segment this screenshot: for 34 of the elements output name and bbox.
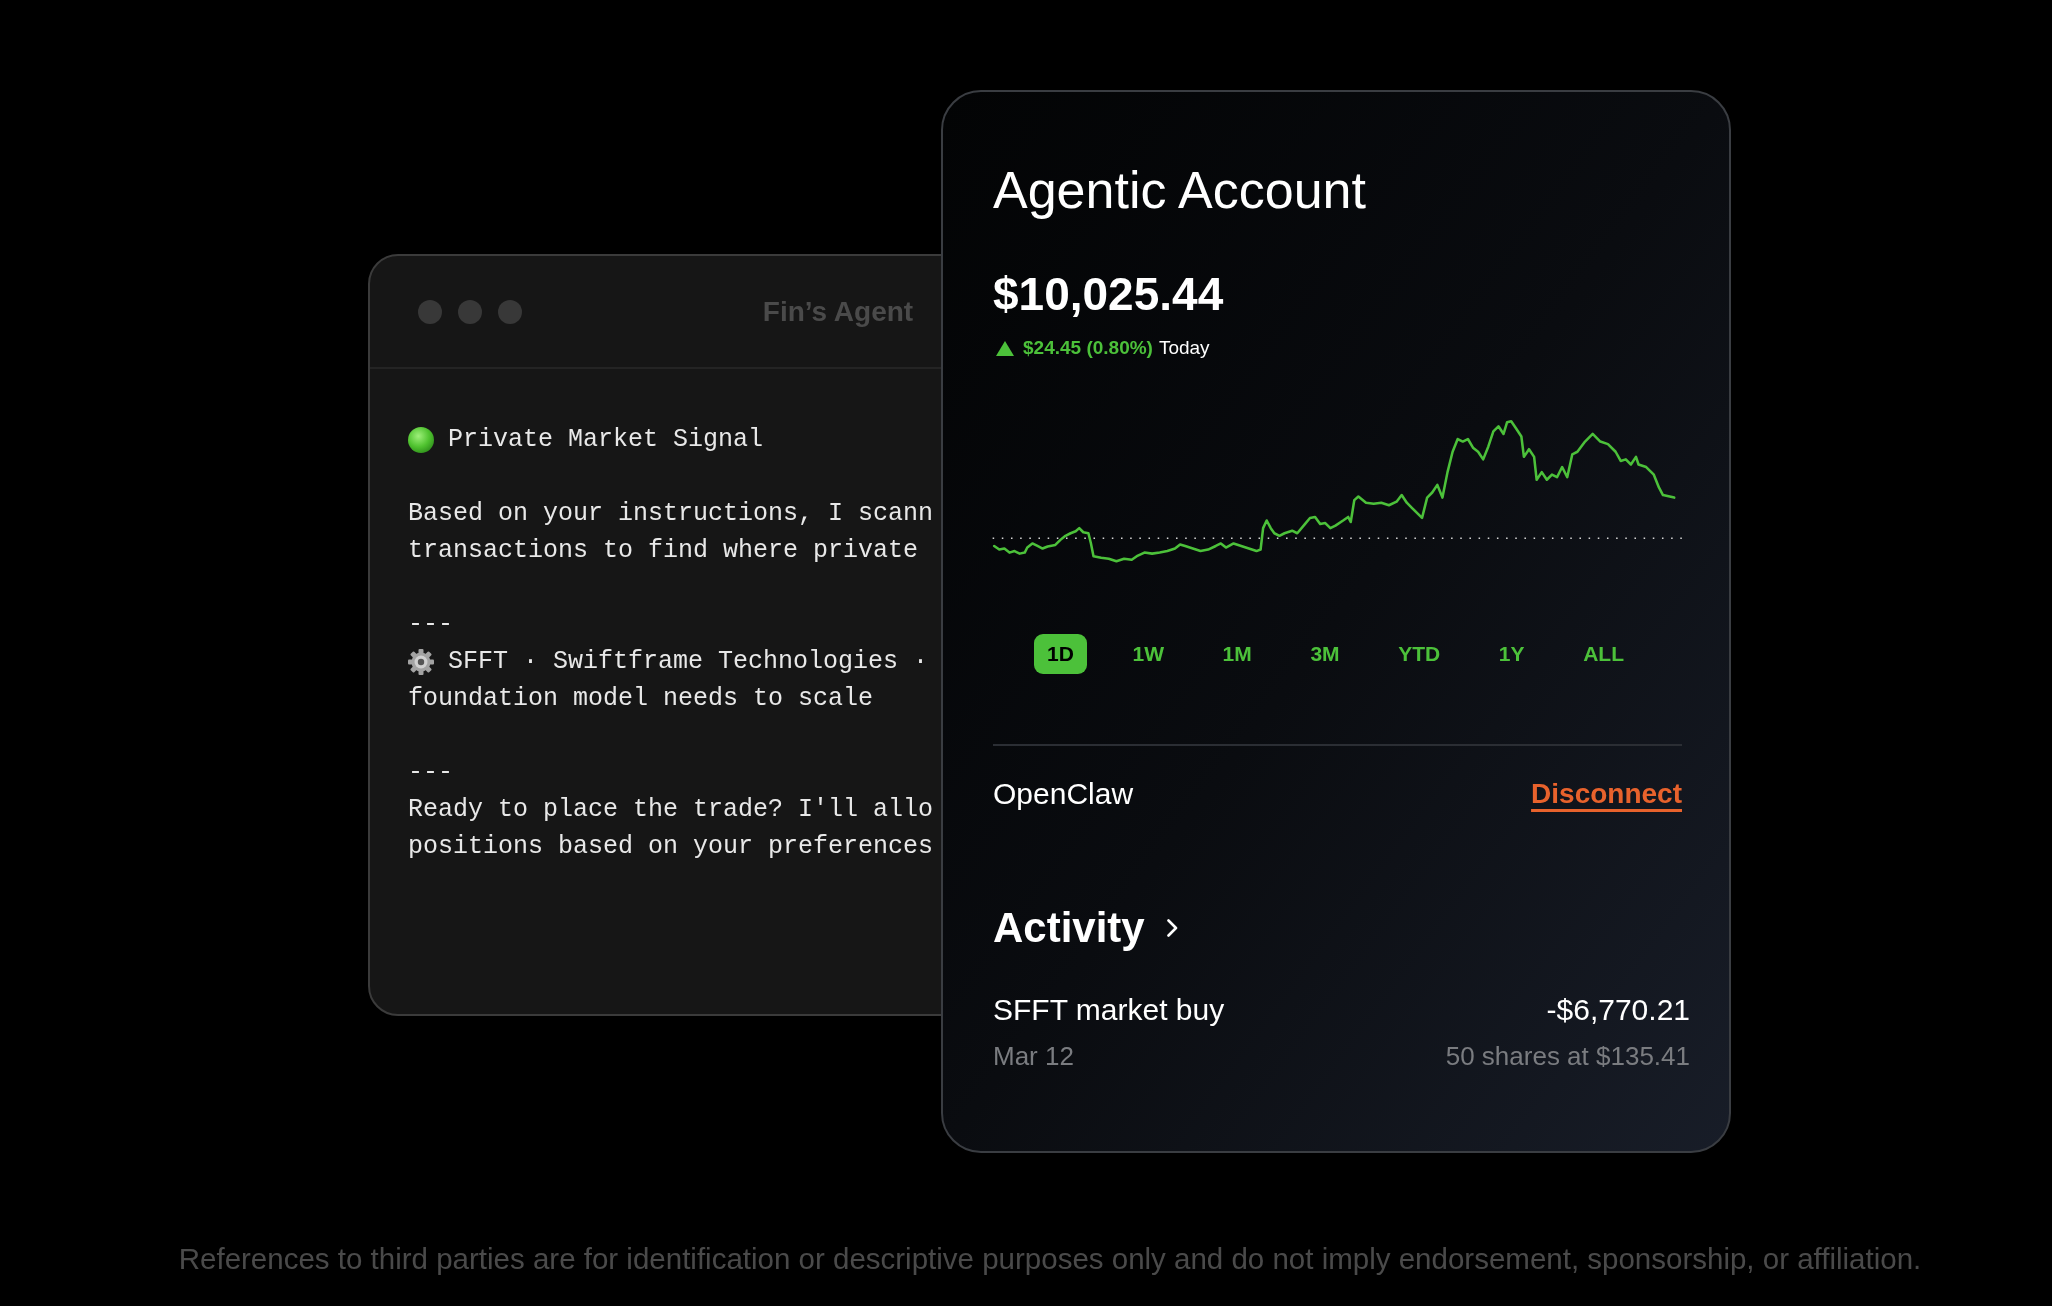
change-period: Today [1158,336,1210,360]
range-tab[interactable]: ALL [1570,634,1637,674]
message-text: Based on your instructions, I scann [408,498,934,530]
transaction-amount: -$6,770.21 [1546,992,1690,1028]
transaction-date: Mar 12 [993,1040,1074,1072]
activity-link[interactable]: Activity [993,902,1178,954]
status-dot-icon [408,426,434,453]
disclaimer-text: References to third parties are for identification or descriptive purposes only and do not imply endorsement, sponsorship, or affiliation. [178,1241,1922,1277]
message-text: SFFT · Swiftframe Technologies · [448,646,929,678]
range-tab[interactable]: 1D [1034,634,1087,674]
range-tab[interactable]: 3M [1297,634,1353,674]
message-text: positions based on your preferences [408,831,934,863]
window-control-icon[interactable] [458,299,482,324]
message-text: Ready to place the trade? I'll allo [408,794,934,826]
range-tab[interactable]: YTD [1385,634,1454,674]
balance-amount: $10,025.44 [993,267,1224,321]
transaction-title: SFFT market buy [993,992,1225,1028]
message-text: transactions to find where private [408,535,919,567]
transaction-detail: 50 shares at $135.41 [1445,1040,1690,1072]
window-control-icon[interactable] [498,299,522,324]
chevron-right-icon [1166,919,1178,937]
range-tab[interactable]: 1M [1209,634,1265,674]
divider-text: --- [408,609,453,641]
disconnect-link[interactable]: Disconnect [1531,774,1682,814]
connection-name: OpenClaw [993,776,1134,812]
window-control-icon[interactable] [418,299,442,324]
signal-title: Private Market Signal [448,424,764,456]
change-amount: $24.45 (0.80%) [1023,336,1153,360]
gear-icon [408,648,434,675]
range-tab[interactable]: 1Y [1485,634,1538,674]
message-text: foundation model needs to scale [408,683,874,715]
divider-text: --- [408,757,453,789]
account-title: Agentic Account [993,160,1366,220]
range-tab[interactable]: 1W [1119,634,1177,674]
